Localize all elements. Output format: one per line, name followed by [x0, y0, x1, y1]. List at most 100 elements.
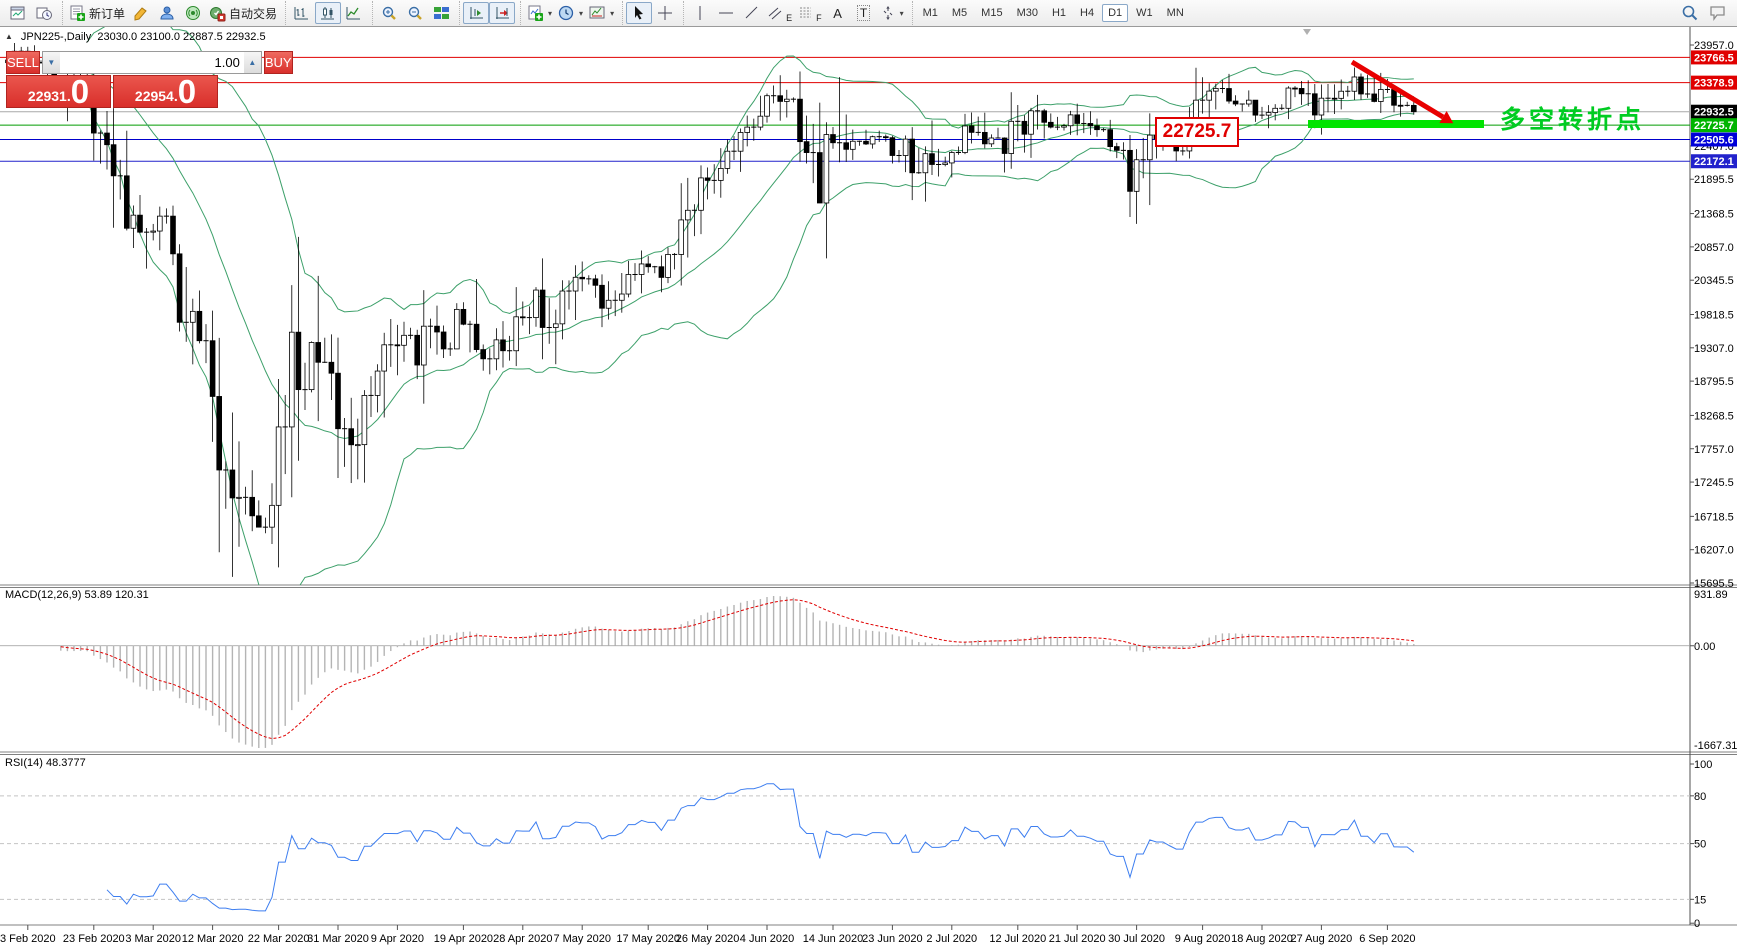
textbox-tool-letter: T: [856, 5, 871, 21]
crosshair-icon: [658, 6, 673, 20]
rsi-layer: [0, 783, 1690, 912]
auto-trading-button[interactable]: 自动交易: [206, 2, 280, 24]
chart-shift-button[interactable]: [489, 2, 516, 24]
macd-indicator-label: MACD(12,26,9) 53.89 120.31: [5, 589, 149, 601]
equidistant-channel-button[interactable]: E: [765, 2, 795, 24]
horizontal-line-button[interactable]: [713, 2, 739, 24]
rsi-axis-label: 80: [1694, 791, 1706, 803]
price-tick-label: 23957.0: [1694, 40, 1734, 52]
timeframe-group: M1 M5 M15 M30 H1 H4 D1 W1 MN: [911, 1, 1194, 25]
candle-chart-button[interactable]: [315, 2, 342, 24]
price-tick-label: 17757.0: [1694, 444, 1734, 456]
trendline-button[interactable]: [739, 2, 765, 24]
one-click-trading-panel: SELL ▼ ▲ BUY 22931.0 22954.0: [6, 51, 293, 108]
date-tick-label: 21 Jul 2020: [1049, 933, 1106, 945]
price-tick-label: 19818.5: [1694, 310, 1734, 322]
metaeditor-button[interactable]: [128, 2, 154, 24]
text-label-button[interactable]: T: [851, 2, 877, 24]
fibonacci-button[interactable]: F: [795, 2, 825, 24]
auto-trading-label: 自动交易: [229, 6, 278, 21]
new-order-button[interactable]: 新订单: [66, 2, 128, 24]
volume-input[interactable]: [59, 52, 244, 73]
chart-shift-icon: [495, 6, 509, 19]
text-button[interactable]: A: [825, 2, 851, 24]
zoom-out-button[interactable]: [402, 2, 428, 24]
sell-price[interactable]: 22931. 0: [6, 75, 111, 108]
volume-decrease-button[interactable]: ▼: [42, 52, 60, 73]
date-tick-label: 9 Aug 2020: [1175, 933, 1231, 945]
vertical-line-icon: [699, 6, 701, 20]
vertical-line-button[interactable]: [687, 2, 713, 24]
experts-button[interactable]: [154, 2, 180, 24]
price-badge-label: 23766.5: [1694, 52, 1734, 64]
bollinger-layer: [86, 26, 1414, 585]
experts-icon: [160, 6, 174, 20]
date-tick-label: 17 May 2020: [616, 933, 680, 945]
timeframe-button-m5[interactable]: M5: [946, 4, 973, 22]
chart-canvas[interactable]: 23957.022407.021895.521368.520857.020345…: [0, 0, 1737, 951]
timeframe-button-m30[interactable]: M30: [1011, 4, 1044, 22]
line-chart-icon: [346, 7, 361, 20]
candle-chart-icon: [321, 7, 335, 20]
trading-app: 新订单 自动交易 ▾ ▾ ▾ E F A T ▾ M1 M5 M15 M30 H…: [0, 0, 1737, 951]
rsi-indicator-label: RSI(14) 48.3777: [5, 757, 86, 769]
templates-button[interactable]: ▾: [586, 2, 617, 24]
support-price-annotation[interactable]: 22725.7: [1155, 117, 1239, 147]
sell-button[interactable]: SELL: [6, 51, 40, 74]
tile-windows-button[interactable]: [428, 2, 454, 24]
arrows-button[interactable]: ▾: [877, 2, 907, 24]
timeframe-button-h1[interactable]: H1: [1046, 4, 1072, 22]
bar-chart-button[interactable]: [289, 2, 315, 24]
price-tick-label: 21368.5: [1694, 209, 1734, 221]
metaeditor-icon: [134, 7, 147, 21]
new-chart-window-button[interactable]: [5, 2, 31, 24]
macd-axis-label: 0.00: [1694, 641, 1715, 653]
price-tick-label: 18795.5: [1694, 376, 1734, 388]
macd-axis-label: 931.89: [1694, 589, 1728, 601]
support-zone-bar[interactable]: [1308, 120, 1484, 128]
timeframe-button-m1[interactable]: M1: [917, 4, 944, 22]
zoom-in-button[interactable]: [376, 2, 402, 24]
price-tick-label: 19307.0: [1694, 343, 1734, 355]
collapse-panel-icon[interactable]: ▲: [5, 32, 13, 41]
turning-point-annotation[interactable]: 多空转折点: [1500, 100, 1645, 136]
zoom-in-icon: [382, 6, 396, 20]
add-indicator-button[interactable]: ▾: [524, 2, 555, 24]
timeframe-button-d1[interactable]: D1: [1102, 4, 1129, 22]
auto-trading-icon: [210, 6, 226, 21]
horizontal-line-icon: [719, 12, 734, 14]
auto-scroll-button[interactable]: [463, 2, 490, 24]
zoom-out-icon: [408, 6, 422, 20]
crosshair-button[interactable]: [652, 2, 678, 24]
trend-arrow[interactable]: [1350, 59, 1445, 120]
sell-price-big-digit: 0: [70, 75, 90, 108]
date-tick-label: 18 Aug 2020: [1231, 933, 1293, 945]
date-tick-label: 30 Jul 2020: [1108, 933, 1165, 945]
price-tick-label: 16718.5: [1694, 511, 1734, 523]
timeframe-button-m15[interactable]: M15: [975, 4, 1008, 22]
text-tool-letter: A: [833, 5, 842, 21]
price-tick-label: 17245.5: [1694, 477, 1734, 489]
search-icon[interactable]: [1681, 4, 1699, 22]
price-badge-label: 22725.7: [1694, 120, 1734, 132]
line-chart-button[interactable]: [341, 2, 367, 24]
chart-title: ▲ JPN225-,Daily 23030.0 23100.0 22887.5 2…: [5, 31, 266, 43]
buy-price[interactable]: 22954. 0: [113, 75, 218, 108]
signals-icon: [186, 6, 201, 20]
signals-button[interactable]: [180, 2, 206, 24]
symbol-period-label: JPN225-,Daily: [20, 31, 92, 43]
chat-icon[interactable]: [1709, 4, 1729, 22]
buy-button[interactable]: BUY: [263, 51, 293, 74]
cursor-button[interactable]: [626, 2, 653, 24]
channel-icon: [768, 7, 782, 20]
macd-axis-label: -1667.31: [1694, 740, 1737, 752]
strategy-tester-button[interactable]: [31, 2, 57, 24]
timeframe-button-w1[interactable]: W1: [1130, 4, 1159, 22]
timeframe-button-h4[interactable]: H4: [1074, 4, 1100, 22]
date-tick-label: 2 Jul 2020: [926, 933, 977, 945]
periods-button[interactable]: ▾: [555, 2, 586, 24]
rsi-axis-label: 0: [1694, 918, 1700, 930]
timeframe-button-mn[interactable]: MN: [1161, 4, 1190, 22]
volume-increase-button[interactable]: ▲: [243, 52, 261, 73]
date-tick-label: 12 Jul 2020: [989, 933, 1046, 945]
